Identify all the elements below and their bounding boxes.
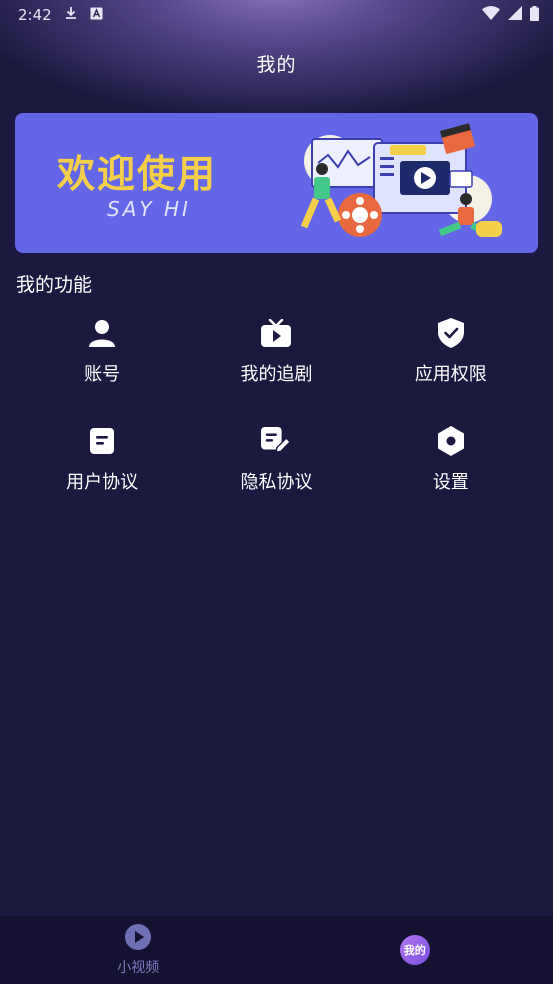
feature-label: 账号: [84, 364, 121, 385]
play-circle-icon: [124, 923, 152, 955]
feature-label: 用户协议: [66, 472, 139, 493]
person-icon: [87, 318, 117, 348]
feature-user-agreement[interactable]: 用户协议: [15, 426, 189, 494]
document-edit-icon: [261, 426, 292, 456]
feature-grid: 账号 我的追剧 应用权限 用户协议 隐私协议 设置: [15, 318, 538, 494]
wifi-icon: [482, 6, 500, 24]
section-title: 我的功能: [16, 274, 93, 296]
banner-title: 欢迎使用: [57, 152, 218, 196]
feature-my-shows[interactable]: 我的追剧: [189, 318, 363, 386]
feature-label: 设置: [432, 472, 469, 493]
me-badge-icon: 我的: [399, 935, 430, 965]
feature-account[interactable]: 账号: [15, 318, 189, 386]
signal-icon: [508, 6, 522, 24]
feature-settings[interactable]: 设置: [364, 426, 538, 494]
download-icon: [64, 6, 78, 24]
feature-label: 应用权限: [414, 364, 487, 385]
feature-label: 我的追剧: [240, 364, 313, 385]
feature-app-permissions[interactable]: 应用权限: [364, 318, 538, 386]
tv-icon: [261, 318, 292, 348]
app-notification-icon: [90, 6, 103, 24]
status-bar: 2:42: [0, 0, 553, 30]
battery-icon: [530, 5, 539, 25]
page-title: 我的: [256, 54, 297, 76]
banner-subtitle: SAY HI: [107, 197, 191, 221]
bottom-nav: 小视频 我的: [0, 916, 553, 984]
document-icon: [87, 426, 117, 456]
status-time: 2:42: [18, 6, 52, 24]
shield-check-icon: [436, 318, 466, 348]
feature-label: 隐私协议: [240, 472, 313, 493]
welcome-banner[interactable]: 欢迎使用 SAY HI: [15, 113, 538, 253]
tab-me[interactable]: 我的: [277, 916, 553, 984]
tab-label: 小视频: [117, 960, 160, 976]
feature-privacy-agreement[interactable]: 隐私协议: [189, 426, 363, 494]
hexagon-settings-icon: [436, 426, 466, 456]
tab-short-video[interactable]: 小视频: [0, 916, 277, 984]
banner-illustration: [300, 123, 502, 237]
